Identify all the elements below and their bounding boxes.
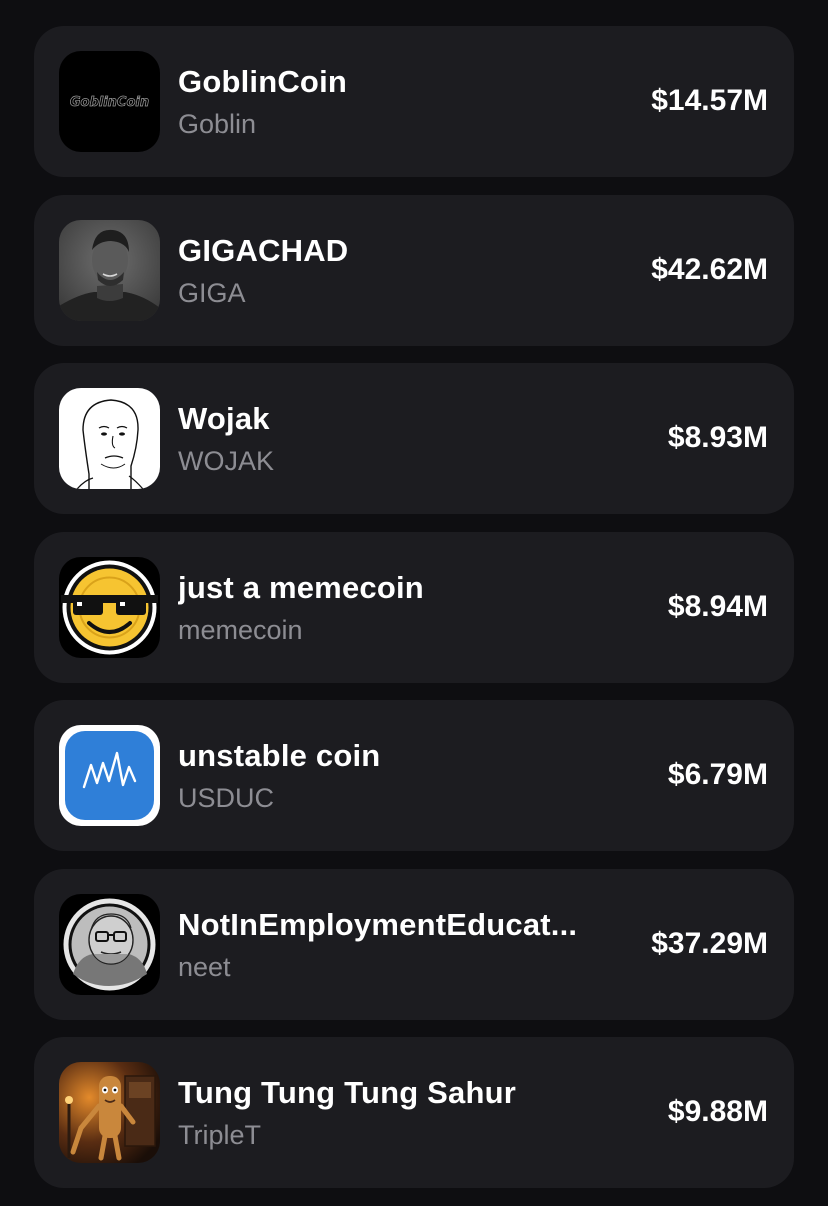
- token-market-cap: $9.88M: [667, 1095, 768, 1128]
- token-ticker: memecoin: [178, 614, 303, 645]
- token-name: GoblinCoin: [178, 64, 348, 99]
- gigachad-portrait-icon: [59, 219, 160, 321]
- token-market-cap: $6.79M: [667, 758, 768, 791]
- token-name: NotInEmploymentEducat...: [178, 906, 578, 942]
- goblincoin-logo-icon: GoblinCoin: [59, 51, 160, 152]
- tung-sahur-character-icon: [59, 1062, 160, 1163]
- token-market-cap: $37.29M: [651, 926, 768, 960]
- token-name: GIGACHAD: [178, 232, 349, 268]
- token-name: Tung Tung Tung Sahur: [178, 1075, 517, 1110]
- zigzag-chart-icon: [59, 725, 160, 826]
- token-market-cap: $8.93M: [667, 421, 768, 454]
- token-row-wojak[interactable]: Wojak WOJAK $8.93M: [34, 363, 794, 514]
- svg-text:GoblinCoin: GoblinCoin: [70, 95, 149, 110]
- token-row-tung-tung[interactable]: Tung Tung Tung Sahur TripleT $9.88M: [34, 1037, 794, 1188]
- token-ticker: GIGA: [178, 277, 246, 308]
- token-market-cap: $14.57M: [651, 84, 768, 117]
- token-ticker: USDUC: [178, 783, 275, 813]
- token-list: GoblinCoin GoblinCoin Goblin $14.57M GIG…: [34, 26, 794, 1206]
- wojak-face-icon: [59, 388, 160, 489]
- token-market-cap: $42.62M: [651, 252, 768, 286]
- token-row-goblincoin[interactable]: GoblinCoin GoblinCoin Goblin $14.57M: [34, 26, 794, 177]
- token-market-cap: $8.94M: [667, 589, 768, 623]
- token-name: Wojak: [178, 401, 270, 436]
- token-ticker: neet: [178, 951, 231, 982]
- token-name: unstable coin: [178, 738, 381, 773]
- token-row-unstable-coin[interactable]: unstable coin USDUC $6.79M: [34, 700, 794, 851]
- token-row-memecoin[interactable]: just a memecoin memecoin $8.94M: [34, 531, 794, 683]
- token-row-gigachad[interactable]: GIGACHAD GIGA $42.62M: [34, 194, 794, 346]
- sunglasses-smiley-coin-icon: [59, 556, 160, 658]
- neet-cartoon-face-icon: [59, 893, 160, 995]
- token-ticker: TripleT: [178, 1120, 262, 1150]
- token-name: just a memecoin: [178, 569, 424, 605]
- token-ticker: Goblin: [178, 109, 257, 139]
- token-row-neet[interactable]: NotInEmploymentEducat... neet $37.29M: [34, 868, 794, 1020]
- token-ticker: WOJAK: [178, 446, 275, 476]
